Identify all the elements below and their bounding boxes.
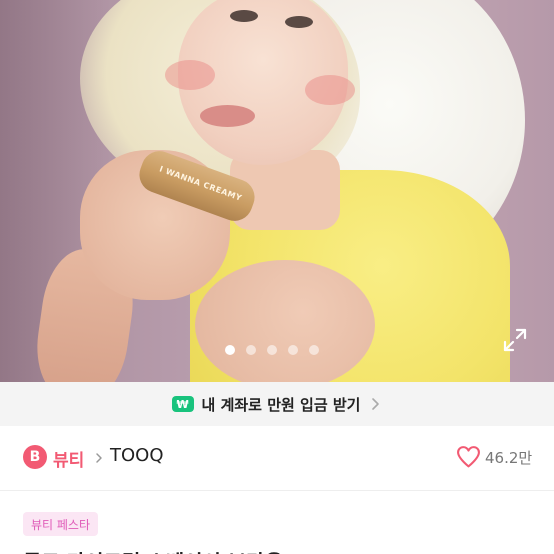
heart-icon[interactable] <box>456 445 481 469</box>
chevron-right-icon <box>96 453 102 463</box>
brand-link[interactable]: TOOQ <box>110 445 164 466</box>
beauty-category-icon[interactable]: B <box>23 445 47 469</box>
carousel-dot[interactable] <box>288 345 298 355</box>
divider <box>0 490 554 491</box>
carousel-dot[interactable] <box>309 345 319 355</box>
shoulder <box>195 260 375 382</box>
carousel-dot[interactable] <box>246 345 256 355</box>
carousel-indicator <box>225 345 319 355</box>
chevron-right-icon <box>372 398 380 410</box>
product-image-carousel[interactable]: I WANNA CREAMY <box>0 0 554 382</box>
carousel-dot-active[interactable] <box>225 345 235 355</box>
won-badge-icon: ₩ <box>171 396 194 412</box>
carousel-dot[interactable] <box>267 345 277 355</box>
product-detail-page: I WANNA CREAMY ₩ 내 계좌로 만원 입금 받기 B 뷰티 TOO… <box>0 0 554 554</box>
promo-text: 내 계좌로 만원 입금 받기 <box>201 395 361 414</box>
like-count: 46.2만 <box>485 449 533 467</box>
category-link[interactable]: 뷰티 <box>53 446 84 471</box>
promo-banner[interactable]: ₩ 내 계좌로 만원 입금 받기 <box>0 382 554 426</box>
promotion-tag[interactable]: 뷰티 페스타 <box>23 512 99 536</box>
category-row: B 뷰티 TOOQ 46.2만 <box>0 426 554 490</box>
product-title: 투크 마이크림 스베이시 브라운 <box>23 546 283 554</box>
expand-icon[interactable] <box>503 328 527 352</box>
